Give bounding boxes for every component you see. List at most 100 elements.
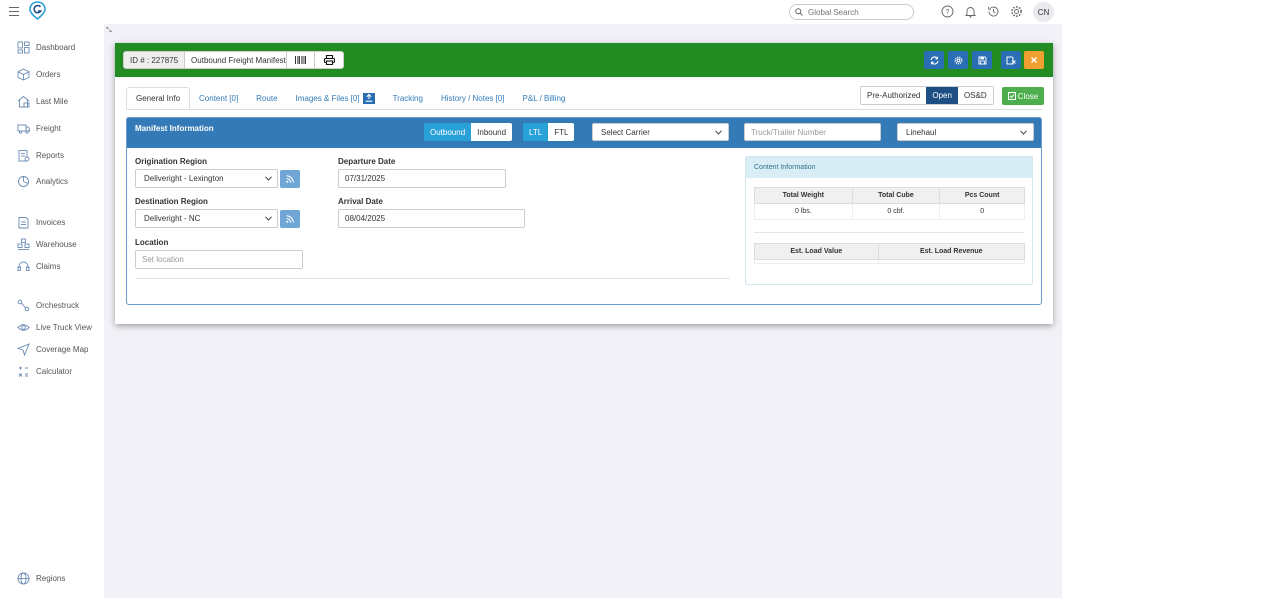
manifest-title-field[interactable]: Outbound Freight Manifest: [185, 52, 288, 68]
headset-icon: [17, 261, 30, 271]
truck-trailer-input[interactable]: Truck/Trailer Number: [744, 123, 881, 141]
sidebar-item-dashboard[interactable]: Dashboard: [17, 40, 75, 54]
sidebar-item-calculator[interactable]: Calculator: [17, 364, 72, 378]
departure-date-input[interactable]: 07/31/2025: [338, 169, 506, 188]
sidebar-item-label: Calculator: [36, 366, 73, 376]
barcode-button[interactable]: [287, 52, 316, 68]
sidebar-item-orchestruck[interactable]: Orchestruck: [17, 298, 79, 312]
arrival-date-input[interactable]: 08/04/2025: [338, 209, 525, 228]
sidebar-item-label: Last Mile: [36, 96, 69, 106]
chevron-down-icon: [1020, 129, 1027, 135]
chevron-down-icon: [715, 129, 722, 135]
search-input[interactable]: [808, 7, 908, 17]
content-information: Content Information Total Weight Total C…: [745, 156, 1033, 285]
status-pre-authorized[interactable]: Pre-Authorized: [861, 87, 927, 104]
sidebar-item-label: Claims: [36, 261, 61, 271]
invoice-icon: [18, 216, 29, 228]
close-modal-button[interactable]: [1024, 51, 1044, 69]
panel-header: Manifest Information Outbound Inbound LT…: [127, 118, 1041, 148]
save-and-close-button[interactable]: [1001, 51, 1021, 69]
gear-icon: [954, 56, 962, 64]
destination-select[interactable]: Deliveright - NC: [135, 209, 278, 228]
table-cell: [754, 259, 879, 264]
tab-divider: [126, 109, 1042, 110]
sidebar-item-last-mile[interactable]: Last Mile: [17, 94, 68, 108]
sidebar-item-regions[interactable]: Regions: [17, 571, 65, 585]
sidebar-item-live-truck-view[interactable]: Live Truck View: [17, 320, 92, 334]
content-totals-table: Total Weight Total Cube Pcs Count 0 lbs.…: [754, 187, 1025, 220]
sidebar-item-invoices[interactable]: Invoices: [17, 215, 65, 229]
col-est-load-value: Est. Load Value: [754, 243, 879, 260]
destination-value: Deliveright - NC: [144, 214, 201, 223]
direction-outbound[interactable]: Outbound: [424, 123, 472, 141]
analytics-icon: [18, 175, 29, 187]
tab-content[interactable]: Content [0]: [190, 87, 247, 109]
sidebar-item-claims[interactable]: Claims: [17, 259, 60, 273]
refresh-button[interactable]: [924, 51, 944, 69]
printer-icon: [323, 55, 335, 65]
close-label: Close: [1017, 91, 1039, 101]
close-icon: [1031, 57, 1037, 63]
status-open[interactable]: Open: [926, 87, 958, 104]
sidebar-item-reports[interactable]: Reports: [17, 148, 64, 162]
tab-pl-billing[interactable]: P&L / Billing: [514, 87, 575, 109]
help-icon[interactable]: ?: [941, 5, 954, 18]
direction-toggle: Outbound Inbound: [424, 123, 513, 141]
sidebar-item-orders[interactable]: Orders: [17, 67, 60, 81]
tab-images-files[interactable]: Images & Files [0]: [287, 87, 384, 109]
sidebar-item-label: Invoices: [36, 217, 66, 227]
upload-icon[interactable]: [362, 92, 375, 104]
col-pcs-count: Pcs Count: [939, 187, 1025, 204]
total-weight-value: 0 lbs.: [754, 203, 853, 220]
col-total-cube: Total Cube: [851, 187, 941, 204]
origination-label: Origination Region: [135, 157, 207, 166]
carrier-select[interactable]: Select Carrier: [592, 123, 729, 141]
tab-bar: General Info Content [0] Route Images & …: [126, 87, 574, 109]
gear-icon[interactable]: [1010, 5, 1023, 18]
destination-feed-button[interactable]: [280, 210, 300, 228]
sidebar-item-label: Freight: [36, 123, 61, 133]
history-icon[interactable]: [987, 5, 1000, 18]
sidebar-item-label: Regions: [36, 573, 66, 583]
load-ltl[interactable]: LTL: [523, 123, 549, 141]
route-icon: [17, 299, 30, 311]
manifest-panel: Manifest Information Outbound Inbound LT…: [126, 117, 1042, 305]
tab-label: Images & Files [0]: [295, 93, 360, 103]
manifest-modal: ID # : 227875 Outbound Freight Manifest …: [115, 43, 1053, 324]
tab-tracking[interactable]: Tracking: [384, 87, 432, 109]
bell-icon[interactable]: [964, 5, 977, 18]
origination-feed-button[interactable]: [280, 170, 300, 188]
sidebar-item-analytics[interactable]: Analytics: [17, 174, 68, 188]
top-bar: ? CN: [0, 0, 1062, 24]
table-header-row: Est. Load Value Est. Load Revenue: [754, 243, 1026, 260]
col-total-weight: Total Weight: [754, 187, 853, 204]
resize-icon[interactable]: ⤡: [106, 27, 112, 35]
chevron-down-icon: [265, 176, 272, 181]
load-ftl[interactable]: FTL: [548, 123, 575, 141]
print-button[interactable]: [315, 52, 343, 68]
tab-history-notes[interactable]: History / Notes [0]: [432, 87, 514, 109]
sidebar-item-freight[interactable]: Freight: [17, 121, 61, 135]
linehaul-select[interactable]: Linehaul: [897, 123, 1034, 141]
direction-inbound[interactable]: Inbound: [471, 123, 513, 141]
tab-route[interactable]: Route: [247, 87, 286, 109]
rss-icon: [286, 215, 294, 223]
dashboard-icon: [17, 41, 30, 53]
menu-icon[interactable]: [9, 7, 19, 16]
origination-select[interactable]: Deliveright - Lexington: [135, 169, 278, 188]
status-osd[interactable]: OS&D: [957, 87, 993, 104]
global-search[interactable]: [789, 4, 914, 20]
sidebar-item-coverage-map[interactable]: Coverage Map: [17, 342, 88, 356]
avatar[interactable]: CN: [1033, 2, 1054, 22]
calculator-icon: [18, 366, 28, 377]
tab-general-info[interactable]: General Info: [126, 87, 191, 109]
house-icon: [17, 95, 30, 107]
settings-button[interactable]: [948, 51, 968, 69]
destination-label: Destination Region: [135, 197, 208, 206]
sidebar-item-warehouse[interactable]: Warehouse: [17, 237, 77, 251]
save-button[interactable]: [972, 51, 992, 69]
close-button[interactable]: Close: [1002, 87, 1044, 105]
barcode-icon: [295, 56, 307, 64]
logo[interactable]: [29, 1, 46, 20]
location-input[interactable]: Set location: [135, 250, 303, 269]
